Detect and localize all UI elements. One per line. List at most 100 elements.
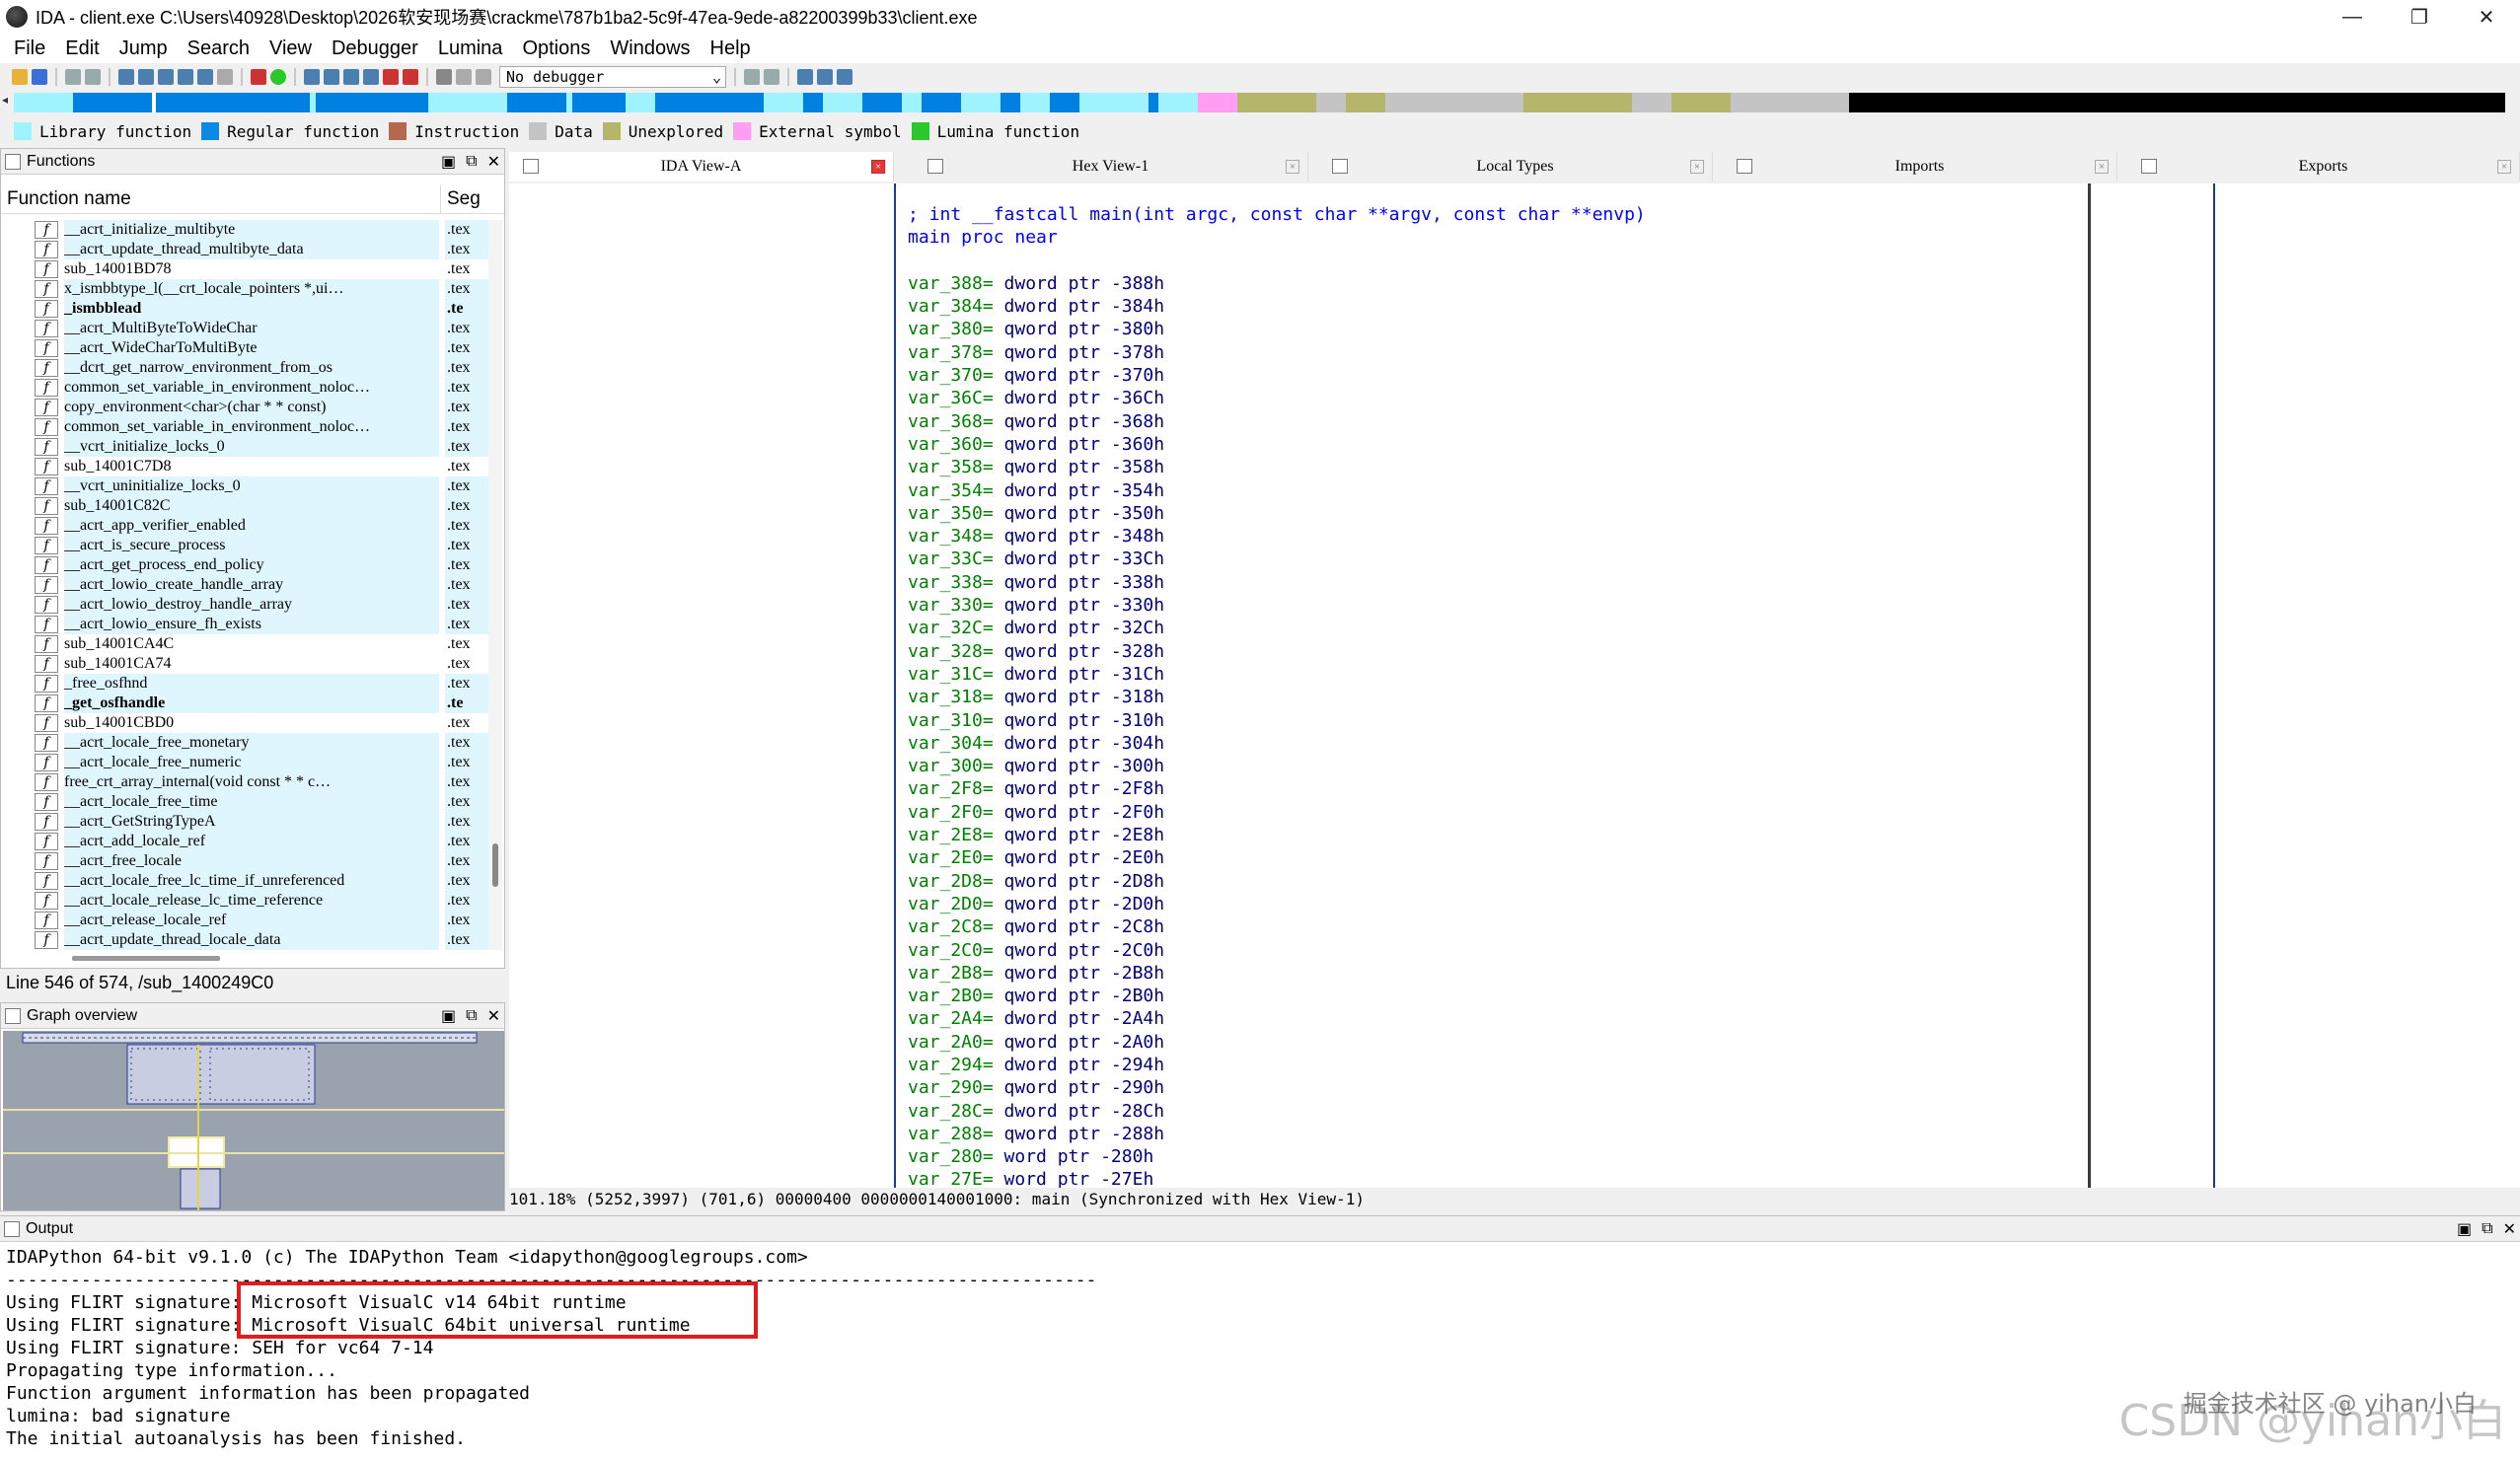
stack-var-name[interactable]: var_2D8: [908, 871, 983, 892]
stack-var-name[interactable]: var_330: [908, 595, 983, 616]
stack-var-name[interactable]: var_360: [908, 434, 983, 455]
panel-close-icon[interactable]: ✕: [487, 152, 500, 172]
stack-var-name[interactable]: var_2F8: [908, 778, 983, 799]
stack-var-name[interactable]: var_300: [908, 756, 983, 776]
stack-var-name[interactable]: var_36C: [908, 388, 983, 408]
struct-icon[interactable]: [324, 69, 339, 85]
stack-var-line[interactable]: var_288= qword ptr -288h: [900, 1123, 2084, 1145]
stack-var-name[interactable]: var_378: [908, 342, 983, 363]
back-icon[interactable]: [65, 69, 81, 85]
pause-icon[interactable]: [456, 69, 472, 85]
stack-var-line[interactable]: var_27E= word ptr -27Eh: [900, 1168, 2084, 1188]
function-row[interactable]: f sub_14001CA4C .tex: [1, 634, 488, 654]
forward-icon[interactable]: [85, 69, 101, 85]
panel-float-icon[interactable]: ⧉: [466, 1007, 477, 1025]
navigation-band[interactable]: [14, 93, 2505, 112]
stack-var-name[interactable]: var_370: [908, 365, 983, 386]
stack-var-line[interactable]: var_2F8= qword ptr -2F8h: [900, 777, 2084, 800]
graph-icon[interactable]: [363, 69, 379, 85]
tab-close-icon[interactable]: ×: [1690, 160, 1704, 174]
stack-var-line[interactable]: var_310= qword ptr -310h: [900, 709, 2084, 732]
stack-var-name[interactable]: var_27E: [908, 1169, 983, 1188]
stack-var-line[interactable]: var_330= qword ptr -330h: [900, 594, 2084, 617]
menu-edit[interactable]: Edit: [55, 37, 109, 60]
stack-var-name[interactable]: var_31C: [908, 664, 983, 685]
tab-close-icon[interactable]: ×: [871, 160, 885, 174]
tab-local-types[interactable]: Local Types ×: [1318, 152, 1713, 182]
tab-hex-view-1[interactable]: Hex View-1 ×: [914, 152, 1308, 182]
stack-var-name[interactable]: var_358: [908, 457, 983, 477]
function-row[interactable]: f __acrt_locale_free_numeric .tex: [1, 753, 488, 772]
stack-var-line[interactable]: var_2E0= qword ptr -2E0h: [900, 846, 2084, 869]
stack-var-name[interactable]: var_310: [908, 710, 983, 731]
stack-var-line[interactable]: var_28C= dword ptr -28Ch: [900, 1100, 2084, 1123]
function-row[interactable]: f sub_14001C82C .tex: [1, 496, 488, 516]
stack-var-line[interactable]: var_348= qword ptr -348h: [900, 525, 2084, 548]
stack-var-line[interactable]: var_2B8= qword ptr -2B8h: [900, 962, 2084, 985]
stack-var-line[interactable]: var_2E8= qword ptr -2E8h: [900, 824, 2084, 846]
stack-var-line[interactable]: var_294= dword ptr -294h: [900, 1054, 2084, 1076]
proc-declaration[interactable]: main proc near: [900, 226, 2084, 249]
menu-options[interactable]: Options: [512, 37, 600, 60]
stack-var-line[interactable]: var_378= qword ptr -378h: [900, 341, 2084, 364]
function-icon[interactable]: [304, 69, 320, 85]
stack-var-name[interactable]: var_28C: [908, 1101, 983, 1122]
menu-debugger[interactable]: Debugger: [322, 37, 428, 60]
stack-var-name[interactable]: var_2A4: [908, 1008, 983, 1029]
stack-var-name[interactable]: var_2E0: [908, 847, 983, 868]
function-row[interactable]: f sub_14001BD78 .tex: [1, 259, 488, 279]
stack-var-line[interactable]: var_384= dword ptr -384h: [900, 295, 2084, 318]
function-signature-comment[interactable]: ; int __fastcall main(int argc, const ch…: [900, 203, 2084, 226]
function-row[interactable]: f __acrt_lowio_destroy_handle_array .tex: [1, 595, 488, 615]
stack-var-name[interactable]: var_294: [908, 1055, 983, 1075]
stack-var-name[interactable]: var_2B0: [908, 986, 983, 1006]
panel-close-icon[interactable]: ✕: [487, 1006, 500, 1026]
function-row[interactable]: f free_crt_array_internal(void const * * …: [1, 772, 488, 792]
function-row[interactable]: f __acrt_locale_release_lc_time_reference…: [1, 891, 488, 911]
stack-var-line[interactable]: var_338= qword ptr -338h: [900, 571, 2084, 594]
run-icon[interactable]: [436, 69, 452, 85]
data-icon[interactable]: [138, 69, 154, 85]
stack-var-name[interactable]: var_2F0: [908, 802, 983, 823]
panel-float-icon[interactable]: ⧉: [2482, 1220, 2492, 1238]
menu-jump[interactable]: Jump: [110, 37, 178, 60]
column-function-name[interactable]: Function name: [1, 183, 441, 214]
stack-var-name[interactable]: var_338: [908, 572, 983, 593]
menu-search[interactable]: Search: [178, 37, 259, 60]
debugger-select[interactable]: No debugger ⌄: [499, 66, 726, 88]
function-row[interactable]: f __acrt_MultiByteToWideChar .tex: [1, 319, 488, 338]
functions-scrollbar[interactable]: [488, 220, 502, 950]
code-icon[interactable]: [118, 69, 134, 85]
stack-var-line[interactable]: var_32C= dword ptr -32Ch: [900, 617, 2084, 639]
function-row[interactable]: f __acrt_initialize_multibyte .tex: [1, 220, 488, 240]
stack-var-line[interactable]: var_388= dword ptr -388h: [900, 272, 2084, 295]
stack-var-name[interactable]: var_33C: [908, 548, 983, 569]
stack-var-line[interactable]: var_2D8= qword ptr -2D8h: [900, 870, 2084, 893]
function-row[interactable]: f sub_14001CBD0 .tex: [1, 713, 488, 733]
tab-exports[interactable]: Exports ×: [2127, 152, 2520, 182]
menu-windows[interactable]: Windows: [600, 37, 700, 60]
string-icon[interactable]: [158, 69, 174, 85]
stack-var-line[interactable]: var_36C= dword ptr -36Ch: [900, 387, 2084, 409]
stack-var-line[interactable]: var_2F0= qword ptr -2F0h: [900, 801, 2084, 824]
text-search-icon[interactable]: [251, 69, 266, 85]
stack-var-line[interactable]: var_33C= dword ptr -33Ch: [900, 548, 2084, 570]
tab-ida-view-a[interactable]: IDA View-A ×: [509, 152, 894, 182]
panel-close-icon[interactable]: ✕: [2503, 1219, 2516, 1239]
array-icon[interactable]: [178, 69, 193, 85]
stack-var-name[interactable]: var_288: [908, 1124, 983, 1144]
stack-var-name[interactable]: var_32C: [908, 618, 983, 638]
undefine-icon[interactable]: [197, 69, 213, 85]
functions-list[interactable]: f __acrt_initialize_multibyte .tex f __acrt_…: [1, 220, 488, 950]
stack-var-name[interactable]: var_354: [908, 480, 983, 501]
tab-imports[interactable]: Imports ×: [1723, 152, 2117, 182]
function-row[interactable]: f _ismbblead .te: [1, 299, 488, 319]
stack-var-line[interactable]: var_31C= dword ptr -31Ch: [900, 663, 2084, 686]
save-icon[interactable]: [32, 69, 47, 85]
stack-var-name[interactable]: var_280: [908, 1146, 983, 1167]
function-row[interactable]: f __acrt_lowio_create_handle_array .tex: [1, 575, 488, 595]
stack-var-name[interactable]: var_2D0: [908, 894, 983, 914]
stack-var-line[interactable]: var_2A0= qword ptr -2A0h: [900, 1031, 2084, 1054]
stack-var-line[interactable]: var_358= qword ptr -358h: [900, 456, 2084, 478]
tab-close-icon[interactable]: ×: [2497, 160, 2511, 174]
